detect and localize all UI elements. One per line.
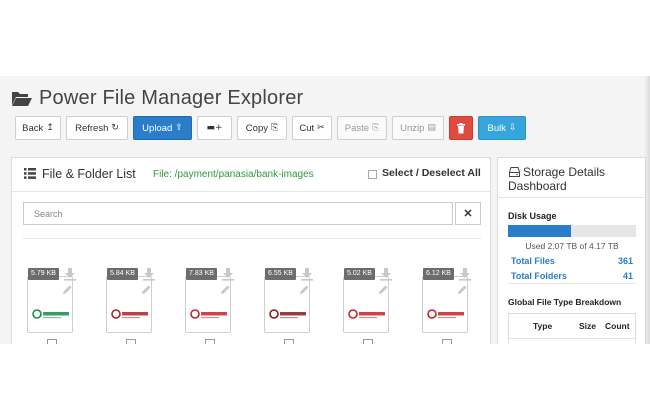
file-item[interactable]: 5.02 KB — [343, 262, 393, 344]
copy-icon: ⎘ — [270, 123, 279, 133]
pencil-icon[interactable] — [140, 284, 152, 296]
table-header-divider — [509, 338, 635, 339]
cut-label: Cut — [299, 122, 315, 134]
new-folder-button[interactable]: ▬+ — [197, 116, 232, 140]
copy-label: Copy — [245, 122, 268, 134]
toolbar: Back ↥ Refresh ↻ Upload ⇪ ▬+ Copy ⎘ Cut … — [15, 116, 531, 140]
storage-header: Storage Details Dashboard — [498, 158, 645, 198]
scissors-icon: ✂ — [317, 123, 325, 133]
pencil-icon[interactable] — [61, 284, 73, 296]
file-item[interactable]: 6.55 KB — [264, 262, 314, 344]
trash-icon — [457, 122, 465, 133]
column-header-count: Count — [605, 321, 630, 331]
back-label: Back — [22, 122, 44, 134]
disk-usage-label: Disk Usage — [508, 211, 557, 221]
delete-button[interactable] — [449, 116, 473, 140]
disk-usage-fill — [508, 225, 572, 237]
total-folders-value: 41 — [622, 271, 633, 281]
download-icon[interactable] — [458, 267, 472, 281]
pencil-icon[interactable] — [298, 284, 310, 296]
paste-button[interactable]: Paste ⎘ — [337, 116, 387, 140]
download-icon[interactable] — [379, 267, 393, 281]
archive-icon: ▤ — [427, 123, 436, 133]
bank-logo-image — [111, 307, 151, 321]
file-checkbox[interactable] — [126, 339, 136, 344]
scroll-shadow — [644, 76, 650, 344]
refresh-icon: ↻ — [111, 123, 119, 133]
download-icon[interactable] — [221, 267, 235, 281]
folder-open-icon — [12, 92, 32, 106]
copy-button[interactable]: Copy ⎘ — [237, 116, 287, 140]
total-files-value: 361 — [617, 256, 633, 266]
column-header-size: Size — [579, 321, 597, 331]
close-icon: ✕ — [463, 208, 473, 220]
bank-logo-image — [190, 307, 230, 321]
pencil-icon[interactable] — [219, 284, 231, 296]
back-button[interactable]: Back ↥ — [15, 116, 61, 140]
upload-button[interactable]: Upload ⇪ — [133, 116, 192, 140]
disk-usage-text: Used 2.07 TB of 4.17 TB — [525, 241, 619, 251]
unzip-label: Unzip — [400, 122, 425, 134]
total-folders-label: Total Folders — [511, 271, 567, 281]
file-checkbox[interactable] — [442, 339, 452, 344]
divider — [23, 238, 481, 239]
file-size-badge: 5.02 KB — [344, 268, 375, 280]
upload-label: Upload — [142, 122, 173, 134]
download-icon[interactable] — [142, 267, 156, 281]
bank-logo-image — [269, 307, 309, 321]
page-title: Power File Manager Explorer — [39, 86, 304, 109]
download-icon: ⇩ — [508, 123, 517, 133]
file-checkbox[interactable] — [363, 339, 373, 344]
divider — [508, 283, 636, 284]
file-item[interactable]: 5.84 KB — [106, 262, 156, 344]
level-up-icon: ↥ — [46, 123, 54, 133]
download-icon[interactable] — [63, 267, 77, 281]
bank-logo-image — [427, 307, 467, 321]
page-header: Power File Manager Explorer — [11, 86, 303, 110]
file-checkbox[interactable] — [47, 339, 57, 344]
file-size-badge: 7.83 KB — [186, 268, 217, 280]
file-size-badge: 5.84 KB — [107, 268, 138, 280]
search-input[interactable] — [23, 202, 453, 225]
column-header-type: Type — [533, 321, 553, 331]
file-item[interactable]: 7.83 KB — [185, 262, 235, 344]
file-folder-list-panel: File & Folder List File: /payment/panasi… — [11, 157, 491, 344]
storage-dashboard-panel: Storage Details Dashboard Disk Usage Use… — [497, 157, 646, 344]
refresh-label: Refresh — [75, 122, 109, 134]
cut-button[interactable]: Cut ✂ — [292, 116, 332, 140]
total-files-label: Total Files — [511, 256, 555, 266]
storage-title: Storage Details Dashboard — [508, 165, 606, 193]
select-all-label[interactable]: Select / Deselect All — [382, 167, 481, 179]
upload-icon: ⇪ — [175, 123, 183, 133]
bank-logo-image — [32, 307, 72, 321]
pencil-icon[interactable] — [456, 284, 468, 296]
file-type-breakdown-label: Global File Type Breakdown — [508, 297, 622, 307]
file-list-title: File & Folder List — [42, 167, 136, 181]
search-clear-button[interactable]: ✕ — [455, 202, 481, 225]
unzip-button[interactable]: Unzip ▤ — [392, 116, 444, 140]
list-icon — [24, 168, 36, 179]
file-manager-app: Power File Manager Explorer Back ↥ Refre… — [0, 76, 650, 344]
file-checkbox[interactable] — [284, 339, 294, 344]
folder-plus-icon: ▬+ — [206, 123, 223, 133]
file-size-badge: 6.12 KB — [423, 268, 454, 280]
disk-usage-bar — [508, 225, 636, 237]
paste-icon: ⎘ — [372, 123, 380, 133]
file-type-table: Type Size Count — [508, 313, 636, 344]
pencil-icon[interactable] — [377, 284, 389, 296]
file-size-badge: 6.55 KB — [265, 268, 296, 280]
current-path: File: /payment/panasia/bank-images — [153, 169, 314, 180]
bank-logo-image — [348, 307, 388, 321]
file-size-badge: 5.79 KB — [28, 268, 59, 280]
refresh-button[interactable]: Refresh ↻ — [66, 116, 128, 140]
file-checkbox[interactable] — [205, 339, 215, 344]
download-icon[interactable] — [300, 267, 314, 281]
file-item[interactable]: 6.12 KB — [422, 262, 472, 344]
bulk-button[interactable]: Bulk ⇩ — [478, 116, 526, 140]
select-all-checkbox[interactable] — [368, 170, 377, 179]
paste-label: Paste — [344, 122, 370, 134]
file-item[interactable]: 5.79 KB — [27, 262, 77, 344]
bulk-label: Bulk — [487, 122, 506, 134]
file-list-header: File & Folder List File: /payment/panasi… — [12, 158, 490, 192]
